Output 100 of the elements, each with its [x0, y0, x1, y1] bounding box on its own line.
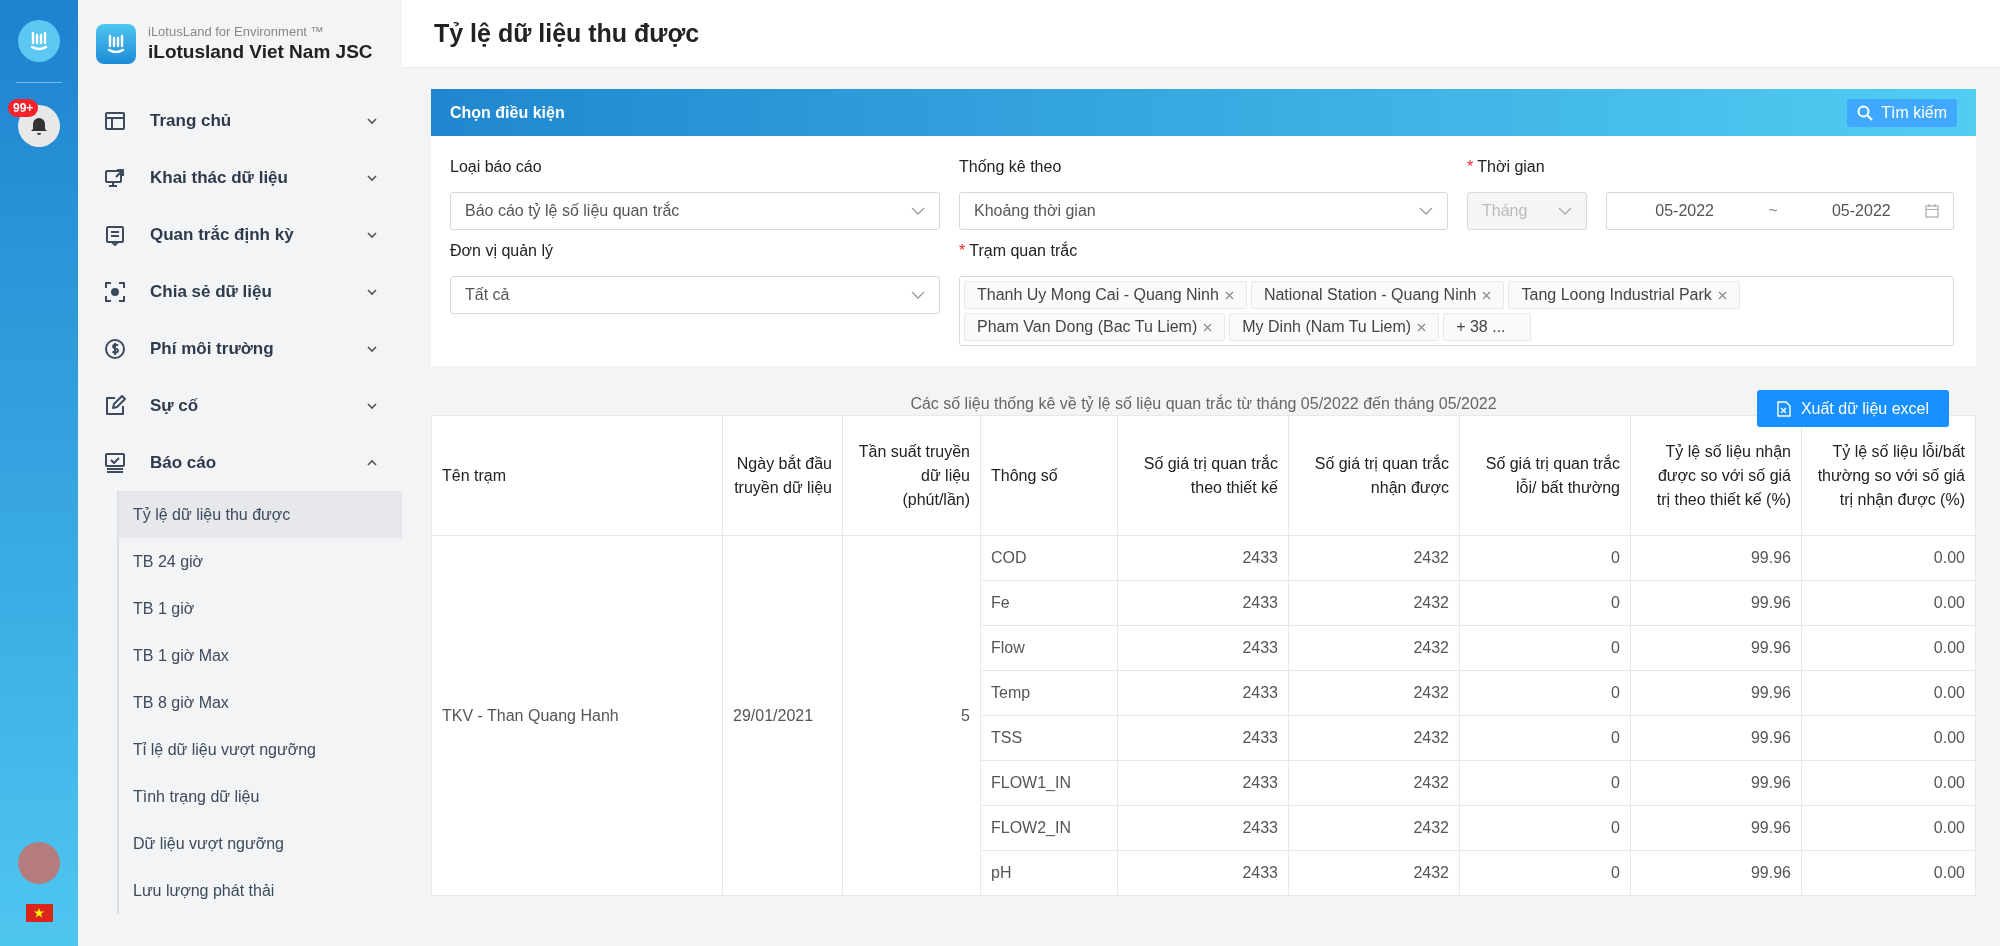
- brand-name: iLotusland Viet Nam JSC: [148, 40, 373, 64]
- sidebar-menu-item[interactable]: Quan trắc định kỳ: [78, 206, 402, 263]
- close-icon[interactable]: [1482, 290, 1492, 300]
- table-cell: 0: [1459, 805, 1631, 851]
- brand-logo-icon: [96, 24, 136, 64]
- note-icon: [104, 223, 126, 246]
- page-title: Tỷ lệ dữ liệu thu được: [434, 17, 700, 49]
- table-cell: 99.96: [1630, 535, 1802, 581]
- sidebar-submenu-item[interactable]: TB 24 giờ: [119, 538, 402, 585]
- column-header: Tần suất truyền dữ liệu (phút/lần): [842, 415, 981, 536]
- table-cell: 99.96: [1630, 760, 1802, 806]
- table-cell: 0: [1459, 850, 1631, 896]
- sidebar-submenu-item[interactable]: Tỉ lệ dữ liệu vượt ngưỡng: [119, 726, 402, 773]
- table-cell: 99.96: [1630, 715, 1802, 761]
- table-cell: Flow: [980, 625, 1118, 671]
- table-cell: FLOW1_IN: [980, 760, 1118, 806]
- table-cell: 0: [1459, 670, 1631, 716]
- app-logo-icon[interactable]: [18, 20, 60, 62]
- table-cell: 2432: [1288, 535, 1460, 581]
- table-cell: 0.00: [1801, 625, 1976, 671]
- sidebar-submenu-item[interactable]: TB 8 giờ Max: [119, 679, 402, 726]
- table-cell: 2433: [1117, 850, 1289, 896]
- sidebar-menu-item[interactable]: Trang chủ: [78, 92, 402, 149]
- table-cell: 0.00: [1801, 805, 1976, 851]
- table-cell: 99.96: [1630, 625, 1802, 671]
- sidebar-menu-item[interactable]: Khai thác dữ liệu: [78, 149, 402, 206]
- close-icon[interactable]: [1203, 322, 1213, 332]
- sidebar-menu-item[interactable]: Báo cáo: [78, 434, 402, 491]
- table-cell: FLOW2_IN: [980, 805, 1118, 851]
- station-tag[interactable]: My Dinh (Nam Tu Liem): [1229, 313, 1440, 341]
- select-field[interactable]: Khoảng thời gian: [959, 192, 1448, 230]
- station-tag[interactable]: Thanh Uy Mong Cai - Quang Ninh: [964, 281, 1247, 309]
- sidebar-submenu-item[interactable]: Tỷ lệ dữ liệu thu được: [119, 491, 402, 538]
- table-cell: 2433: [1117, 625, 1289, 671]
- field-label: Trạm quan trắc: [969, 240, 1078, 261]
- dollar-icon: [104, 337, 126, 360]
- close-icon[interactable]: [1717, 290, 1727, 300]
- table-cell: 2433: [1117, 580, 1289, 626]
- column-header: Số giá trị quan trắc lỗi/ bất thường: [1459, 415, 1631, 536]
- flag-icon[interactable]: [25, 904, 53, 922]
- brand-subtitle: iLotusLand for Environment ™: [148, 24, 325, 40]
- station-tag[interactable]: Pham Van Dong (Bac Tu Liem): [964, 313, 1226, 341]
- table-cell: 99.96: [1630, 805, 1802, 851]
- table-cell: 0.00: [1801, 670, 1976, 716]
- table-cell: 2432: [1288, 805, 1460, 851]
- table-cell: 0: [1459, 760, 1631, 806]
- table-cell: 2432: [1288, 715, 1460, 761]
- table-cell: 99.96: [1630, 580, 1802, 626]
- select-field[interactable]: Tất cả: [450, 276, 940, 314]
- excel-file-icon: [1776, 400, 1791, 417]
- table-cell: 2432: [1288, 850, 1460, 896]
- column-header: Số giá trị quan trắc nhận được: [1288, 415, 1460, 536]
- edit-icon: [104, 394, 126, 417]
- report-caption: Các số liệu thống kê về tỷ lệ số liệu quan trắc từ tháng 05/2022 đến tháng 05/2022: [910, 393, 1497, 414]
- station-multiselect[interactable]: Thanh Uy Mong Cai - Quang Ninh National Station - Quang Ninh Tang Loong Industrial Park Pham Van Dong (Bac Tu Liem) My Dinh (Nam Tu Liem) + 38 ...: [959, 276, 1954, 346]
- table-cell: 2433: [1117, 715, 1289, 761]
- station-tag[interactable]: Tang Loong Industrial Park: [1508, 281, 1740, 309]
- table-cell: 99.96: [1630, 850, 1802, 896]
- sidebar-submenu-item[interactable]: Tình trạng dữ liệu: [119, 773, 402, 820]
- focus-icon: [104, 280, 126, 303]
- sidebar-submenu-item[interactable]: Lưu lượng phát thải: [119, 867, 402, 914]
- table-cell: Fe: [980, 580, 1118, 626]
- table-cell: 0: [1459, 715, 1631, 761]
- table-cell: 0.00: [1801, 715, 1976, 761]
- column-header: Ngày bắt đầu truyền dữ liệu: [722, 415, 843, 536]
- table-cell: 0.00: [1801, 535, 1976, 581]
- column-header: Tên trạm: [431, 415, 723, 536]
- sidebar-submenu-item[interactable]: TB 1 giờ: [119, 585, 402, 632]
- required-mark: *: [1467, 157, 1474, 177]
- sidebar-submenu-item[interactable]: Dữ liệu vượt ngưỡng: [119, 820, 402, 867]
- sidebar-submenu-item[interactable]: TB 1 giờ Max: [119, 632, 402, 679]
- field-label: Thời gian: [1477, 157, 1545, 177]
- field-label: Loại báo cáo: [450, 157, 542, 177]
- sidebar-menu-item[interactable]: Chia sẻ dữ liệu: [78, 263, 402, 320]
- table-cell: 2432: [1288, 670, 1460, 716]
- close-icon[interactable]: [1224, 290, 1234, 300]
- table-cell: 2433: [1117, 805, 1289, 851]
- table-cell: 2433: [1117, 670, 1289, 716]
- more-tags-count[interactable]: + 38 ...: [1443, 313, 1532, 341]
- table-cell: 0.00: [1801, 760, 1976, 806]
- table-cell: 0: [1459, 625, 1631, 671]
- select-field[interactable]: Báo cáo tỷ lệ số liệu quan trắc: [450, 192, 940, 230]
- search-icon: [1857, 104, 1874, 121]
- table-cell: 0.00: [1801, 850, 1976, 896]
- date-range-field[interactable]: 05-2022 ~ 05-2022: [1606, 192, 1954, 230]
- filter-panel-title: Chọn điều kiện: [450, 102, 565, 123]
- table-cell: 2432: [1288, 580, 1460, 626]
- calendar-icon: [1925, 204, 1939, 218]
- table-cell: 2433: [1117, 760, 1289, 806]
- table-cell: 0.00: [1801, 580, 1976, 626]
- column-header: Tỷ lệ số liệu nhận được so với số giá trị theo thiết kế (%): [1630, 415, 1802, 536]
- sidebar-menu-item[interactable]: Sự cố: [78, 377, 402, 434]
- table-cell: 29/01/2021: [722, 535, 843, 896]
- monitor-icon: [104, 166, 126, 189]
- station-tag[interactable]: National Station - Quang Ninh: [1250, 281, 1505, 309]
- close-icon[interactable]: [1417, 322, 1427, 332]
- table-cell: TSS: [980, 715, 1118, 761]
- column-header: Thông số: [980, 415, 1118, 536]
- sidebar-menu-item[interactable]: Phí môi trường: [78, 320, 402, 377]
- table-cell: pH: [980, 850, 1118, 896]
